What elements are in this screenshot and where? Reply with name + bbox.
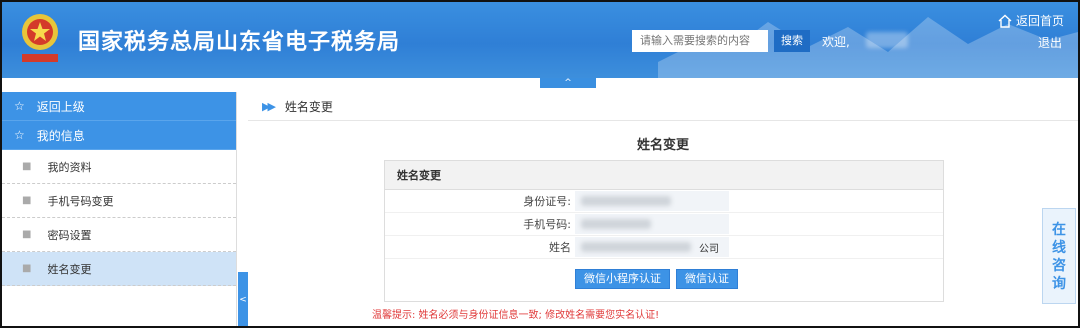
star-icon: ☆ (14, 128, 25, 142)
consult-char: 询 (1052, 276, 1066, 292)
consult-char: 咨 (1052, 258, 1066, 274)
home-link-label: 返回首页 (1015, 14, 1064, 28)
sidebar: ☆ 返回上级 ☆ 我的信息 ■ 我的资料 ■ 手机号码变更 ■ 密码设置 ■ 姓… (2, 92, 237, 326)
welcome-text: 欢迎, (822, 35, 850, 49)
wechat-mini-program-auth-button[interactable]: 微信小程序认证 (575, 269, 670, 289)
redacted-value (581, 219, 651, 229)
sidebar-item-label: 手机号码变更 (47, 194, 114, 208)
sidebar-item-my-profile[interactable]: ■ 我的资料 (2, 150, 236, 184)
page-title: 姓名变更 (636, 138, 689, 153)
tax-emblem-logo (22, 14, 58, 62)
sidebar-section-my-info[interactable]: ☆ 我的信息 (2, 121, 236, 150)
username-redacted (866, 32, 908, 48)
bullet-icon: ■ (22, 161, 32, 172)
sidebar-section-label: 我的信息 (36, 128, 85, 143)
phone-label: 手机号码: (523, 218, 571, 231)
redacted-value (581, 196, 671, 206)
auth-buttons: 微信小程序认证 微信认证 (575, 269, 738, 289)
site-title: 国家税务总局山东省电子税务局 (78, 30, 401, 55)
sidebar-item-label: 我的资料 (47, 160, 92, 174)
breadcrumb-current: 姓名变更 (284, 99, 333, 114)
search-button[interactable]: 搜索 (774, 30, 810, 52)
sidebar-item-label: 姓名变更 (47, 262, 92, 276)
sidebar-back-label: 返回上级 (36, 99, 85, 114)
online-consult-button[interactable]: 在 线 咨 询 (1042, 208, 1076, 304)
sidebar-item-label: 密码设置 (47, 228, 92, 242)
sidebar-item-name-change[interactable]: ■ 姓名变更 (2, 252, 236, 286)
double-arrow-icon: ▶▶ (262, 99, 276, 113)
logout-link[interactable]: 退出 (1038, 34, 1062, 51)
warning-tip: 温馨提示: 姓名必须与身份证信息一致; 修改姓名需要您实名认证! (372, 310, 660, 321)
star-icon: ☆ (14, 99, 25, 113)
bullet-icon: ■ (22, 195, 32, 206)
sidebar-collapse-toggle[interactable]: < (238, 272, 248, 326)
consult-char: 在 (1052, 222, 1066, 238)
consult-char: 线 (1052, 240, 1066, 256)
sidebar-back[interactable]: ☆ 返回上级 (2, 92, 236, 121)
app-window: 国家税务总局山东省电子税务局 搜索 欢迎, 返回首页 退出 ^ ☆ 返回上级 ☆… (0, 0, 1080, 328)
form-row-phone: 手机号码: (385, 213, 943, 236)
name-label: 姓名 (549, 241, 571, 254)
id-number-label: 身份证号: (523, 195, 571, 208)
home-link[interactable]: 返回首页 (998, 12, 1064, 29)
search-input[interactable] (632, 30, 768, 52)
wechat-auth-button[interactable]: 微信认证 (676, 269, 738, 289)
form-row-name: 姓名 公司 (385, 236, 943, 259)
form-header: 姓名变更 (385, 161, 943, 190)
sidebar-item-phone-change[interactable]: ■ 手机号码变更 (2, 184, 236, 218)
bullet-icon: ■ (22, 229, 32, 240)
name-field[interactable]: 公司 (575, 237, 729, 257)
id-number-field[interactable] (575, 191, 729, 211)
breadcrumb: ▶▶ 姓名变更 (248, 92, 1078, 121)
top-header: 国家税务总局山东省电子税务局 搜索 欢迎, 返回首页 退出 (2, 2, 1078, 78)
header-collapse-toggle[interactable]: ^ (540, 78, 596, 88)
name-change-form: 姓名变更 身份证号: 手机号码: 姓名 公司 微信小程序认证 微信认证 (384, 160, 944, 302)
form-row-id: 身份证号: (385, 190, 943, 213)
redacted-value (581, 242, 691, 252)
sidebar-item-password[interactable]: ■ 密码设置 (2, 218, 236, 252)
bullet-icon: ■ (22, 263, 32, 274)
phone-field[interactable] (575, 214, 729, 234)
name-suffix: 公司 (699, 244, 719, 255)
home-icon (998, 14, 1012, 28)
